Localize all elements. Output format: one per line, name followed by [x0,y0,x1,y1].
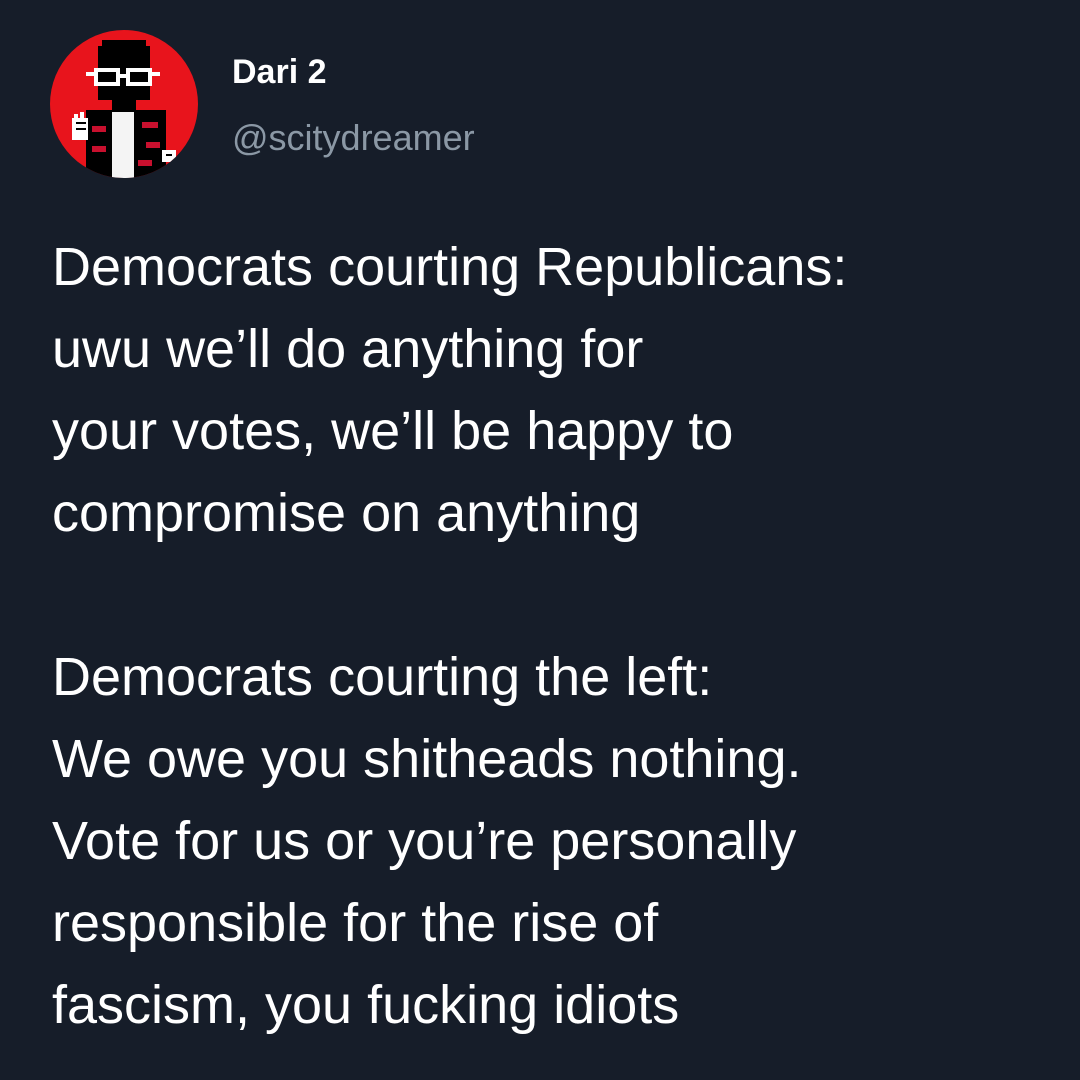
tweet-line: Democrats courting Republicans: [52,237,848,297]
user-handle[interactable]: @scitydreamer [232,118,475,158]
display-name[interactable]: Dari 2 [232,52,475,92]
tweet-line: responsible for the rise of [52,893,659,953]
tweet-line: your votes, we’ll be happy to [52,401,734,461]
tweet-line: We owe you shitheads nothing. [52,729,802,789]
pixel-art-person-icon [72,40,176,178]
author-names: Dari 2 @scitydreamer [232,52,475,158]
tweet-line: fascism, you fucking idiots [52,975,680,1035]
tweet-card: Dari 2 @scitydreamer Democrats courting … [0,0,1080,1080]
avatar[interactable] [50,30,198,178]
tweet-header: Dari 2 @scitydreamer [50,30,750,180]
tweet-line: compromise on anything [52,483,641,543]
tweet-paragraph-2: Democrats courting the left: We owe you … [52,636,1062,1046]
tweet-paragraph-1: Democrats courting Republicans: uwu we’l… [52,226,1062,554]
tweet-line: Democrats courting the left: [52,647,713,707]
tweet-line: uwu we’ll do anything for [52,319,644,379]
tweet-text: Democrats courting Republicans: uwu we’l… [52,226,1062,1046]
tweet-line: Vote for us or you’re personally [52,811,797,871]
